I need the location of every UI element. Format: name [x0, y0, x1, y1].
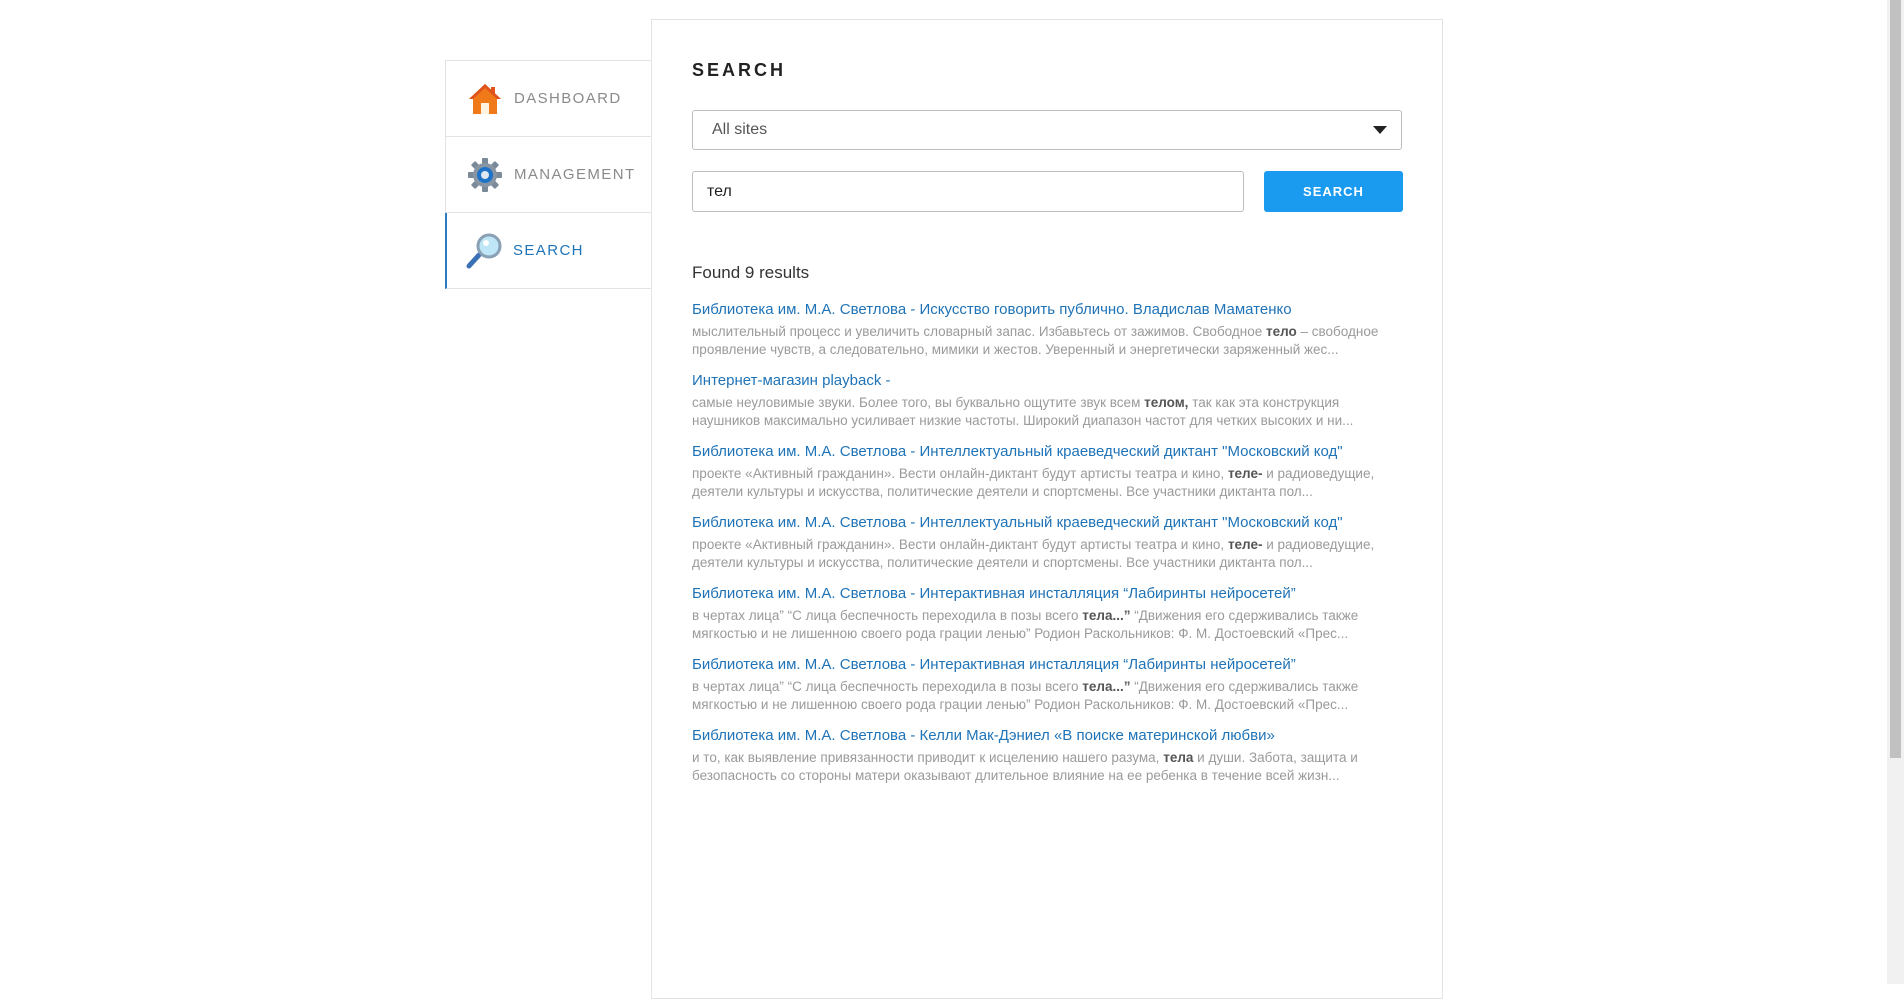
list-item: Библиотека им. М.А. Светлова - Интеракти…: [692, 585, 1404, 643]
page-title: SEARCH: [692, 60, 787, 80]
list-item: Библиотека им. М.А. Светлова - Интеллект…: [692, 514, 1404, 572]
home-icon: [469, 83, 501, 114]
sidebar-item-management[interactable]: MANAGEMENT: [446, 137, 651, 213]
search-input[interactable]: [692, 171, 1244, 212]
snippet-text: в чертах лица” “С лица беспечность перех…: [692, 608, 1083, 623]
snippet-text: самые неуловимые звуки. Более того, вы б…: [692, 395, 1145, 410]
scrollbar-thumb[interactable]: [1890, 0, 1901, 758]
result-snippet: в чертах лица” “С лица беспечность перех…: [692, 678, 1404, 714]
snippet-text: проекте «Активный гражданин». Вести онла…: [692, 466, 1228, 481]
magnifier-icon: [466, 233, 502, 268]
snippet-text: в чертах лица” “С лица беспечность перех…: [692, 679, 1083, 694]
sidebar-item-label: SEARCH: [513, 242, 584, 259]
result-title-link[interactable]: Библиотека им. М.А. Светлова - Интеракти…: [692, 656, 1404, 674]
results-list: Библиотека им. М.А. Светлова - Искусство…: [692, 301, 1404, 798]
site-select[interactable]: All sites: [692, 110, 1402, 150]
result-title-link[interactable]: Интернет-магазин playback -: [692, 372, 1404, 390]
result-snippet: и то, как выявление привязанности привод…: [692, 749, 1404, 785]
search-button[interactable]: SEARCH: [1264, 171, 1403, 212]
results-count: Found 9 results: [692, 263, 810, 282]
list-item: Библиотека им. М.А. Светлова - Интеллект…: [692, 443, 1404, 501]
snippet-highlight: тело: [1266, 324, 1297, 339]
result-title-link[interactable]: Библиотека им. М.А. Светлова - Искусство…: [692, 301, 1404, 319]
result-title-link[interactable]: Библиотека им. М.А. Светлова - Интеллект…: [692, 443, 1404, 461]
snippet-text: и то, как выявление привязанности привод…: [692, 750, 1164, 765]
result-title-link[interactable]: Библиотека им. М.А. Светлова - Келли Мак…: [692, 727, 1404, 745]
sidebar-item-label: MANAGEMENT: [514, 166, 636, 183]
snippet-highlight: телом,: [1144, 395, 1189, 410]
sidebar-item-dashboard[interactable]: DASHBOARD: [446, 61, 651, 137]
result-snippet: проекте «Активный гражданин». Вести онла…: [692, 465, 1404, 501]
result-title-link[interactable]: Библиотека им. М.А. Светлова - Интеракти…: [692, 585, 1404, 603]
snippet-highlight: тела...”: [1082, 608, 1131, 623]
sidebar-item-label: DASHBOARD: [514, 90, 622, 107]
snippet-highlight: тела...”: [1082, 679, 1131, 694]
result-snippet: самые неуловимые звуки. Более того, вы б…: [692, 394, 1404, 430]
list-item: Библиотека им. М.А. Светлова - Келли Мак…: [692, 727, 1404, 785]
snippet-highlight: тела: [1163, 750, 1194, 765]
result-snippet: в чертах лица” “С лица беспечность перех…: [692, 607, 1404, 643]
snippet-text: мыслительный процесс и увеличить словарн…: [692, 324, 1266, 339]
snippet-highlight: теле-: [1227, 537, 1263, 552]
result-title-link[interactable]: Библиотека им. М.А. Светлова - Интеллект…: [692, 514, 1404, 532]
page-scrollbar[interactable]: [1887, 0, 1904, 984]
sidebar-item-search[interactable]: SEARCH: [445, 213, 651, 289]
snippet-text: проекте «Активный гражданин». Вести онла…: [692, 537, 1228, 552]
result-snippet: проекте «Активный гражданин». Вести онла…: [692, 536, 1404, 572]
list-item: Библиотека им. М.А. Светлова - Искусство…: [692, 301, 1404, 359]
search-panel: SEARCH All sites SEARCH Found 9 results …: [651, 19, 1443, 999]
chevron-down-icon: [1373, 126, 1387, 134]
result-snippet: мыслительный процесс и увеличить словарн…: [692, 323, 1404, 359]
sidebar-nav: DASHBOARD MANAGEMENT SEARCH: [445, 60, 651, 289]
snippet-highlight: теле-: [1227, 466, 1263, 481]
gear-icon: [468, 157, 502, 192]
list-item: Интернет-магазин playback - самые неулов…: [692, 372, 1404, 430]
site-select-value: All sites: [712, 121, 768, 138]
list-item: Библиотека им. М.А. Светлова - Интеракти…: [692, 656, 1404, 714]
